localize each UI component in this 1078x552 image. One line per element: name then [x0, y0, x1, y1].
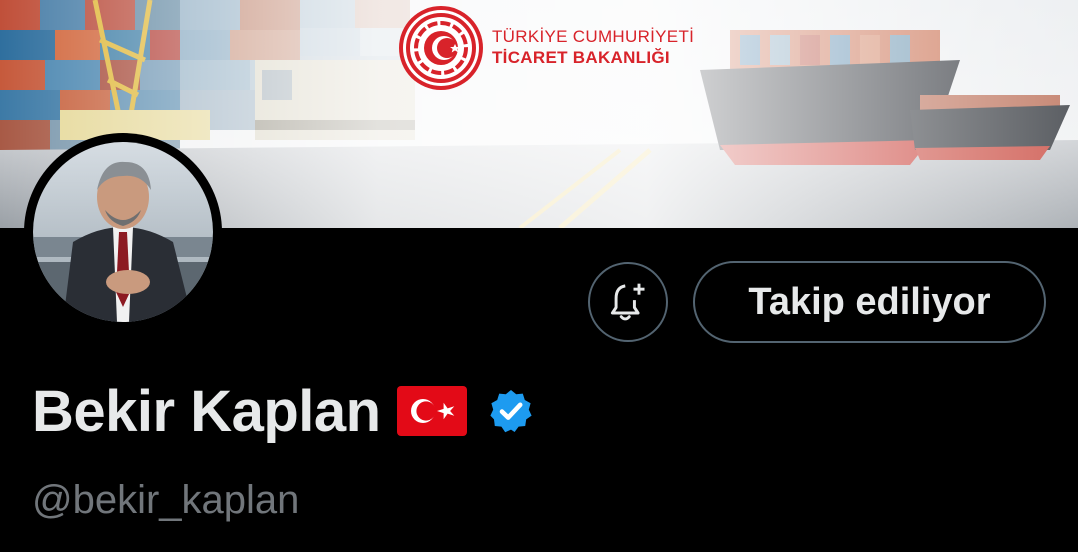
- profile-handle: @bekir_kaplan: [32, 478, 300, 522]
- display-name: Bekir Kaplan: [32, 378, 381, 444]
- verified-badge-icon[interactable]: [487, 387, 535, 435]
- notifications-button[interactable]: [588, 262, 668, 342]
- avatar-photo: [33, 142, 213, 322]
- avatar[interactable]: [24, 133, 222, 331]
- ministry-emblem-icon: [399, 6, 483, 90]
- ministry-name-line2: TİCARET BAKANLIĞI: [492, 48, 670, 67]
- ministry-name: TÜRKİYE CUMHURİYETİ TİCARET BAKANLIĞI: [492, 28, 694, 66]
- profile-name-row: Bekir Kaplan: [32, 376, 535, 446]
- following-button[interactable]: Takip ediliyor: [693, 261, 1046, 343]
- ministry-name-line1: TÜRKİYE CUMHURİYETİ: [492, 27, 695, 46]
- bell-plus-icon: [610, 283, 645, 321]
- turkey-flag-icon: [396, 386, 467, 436]
